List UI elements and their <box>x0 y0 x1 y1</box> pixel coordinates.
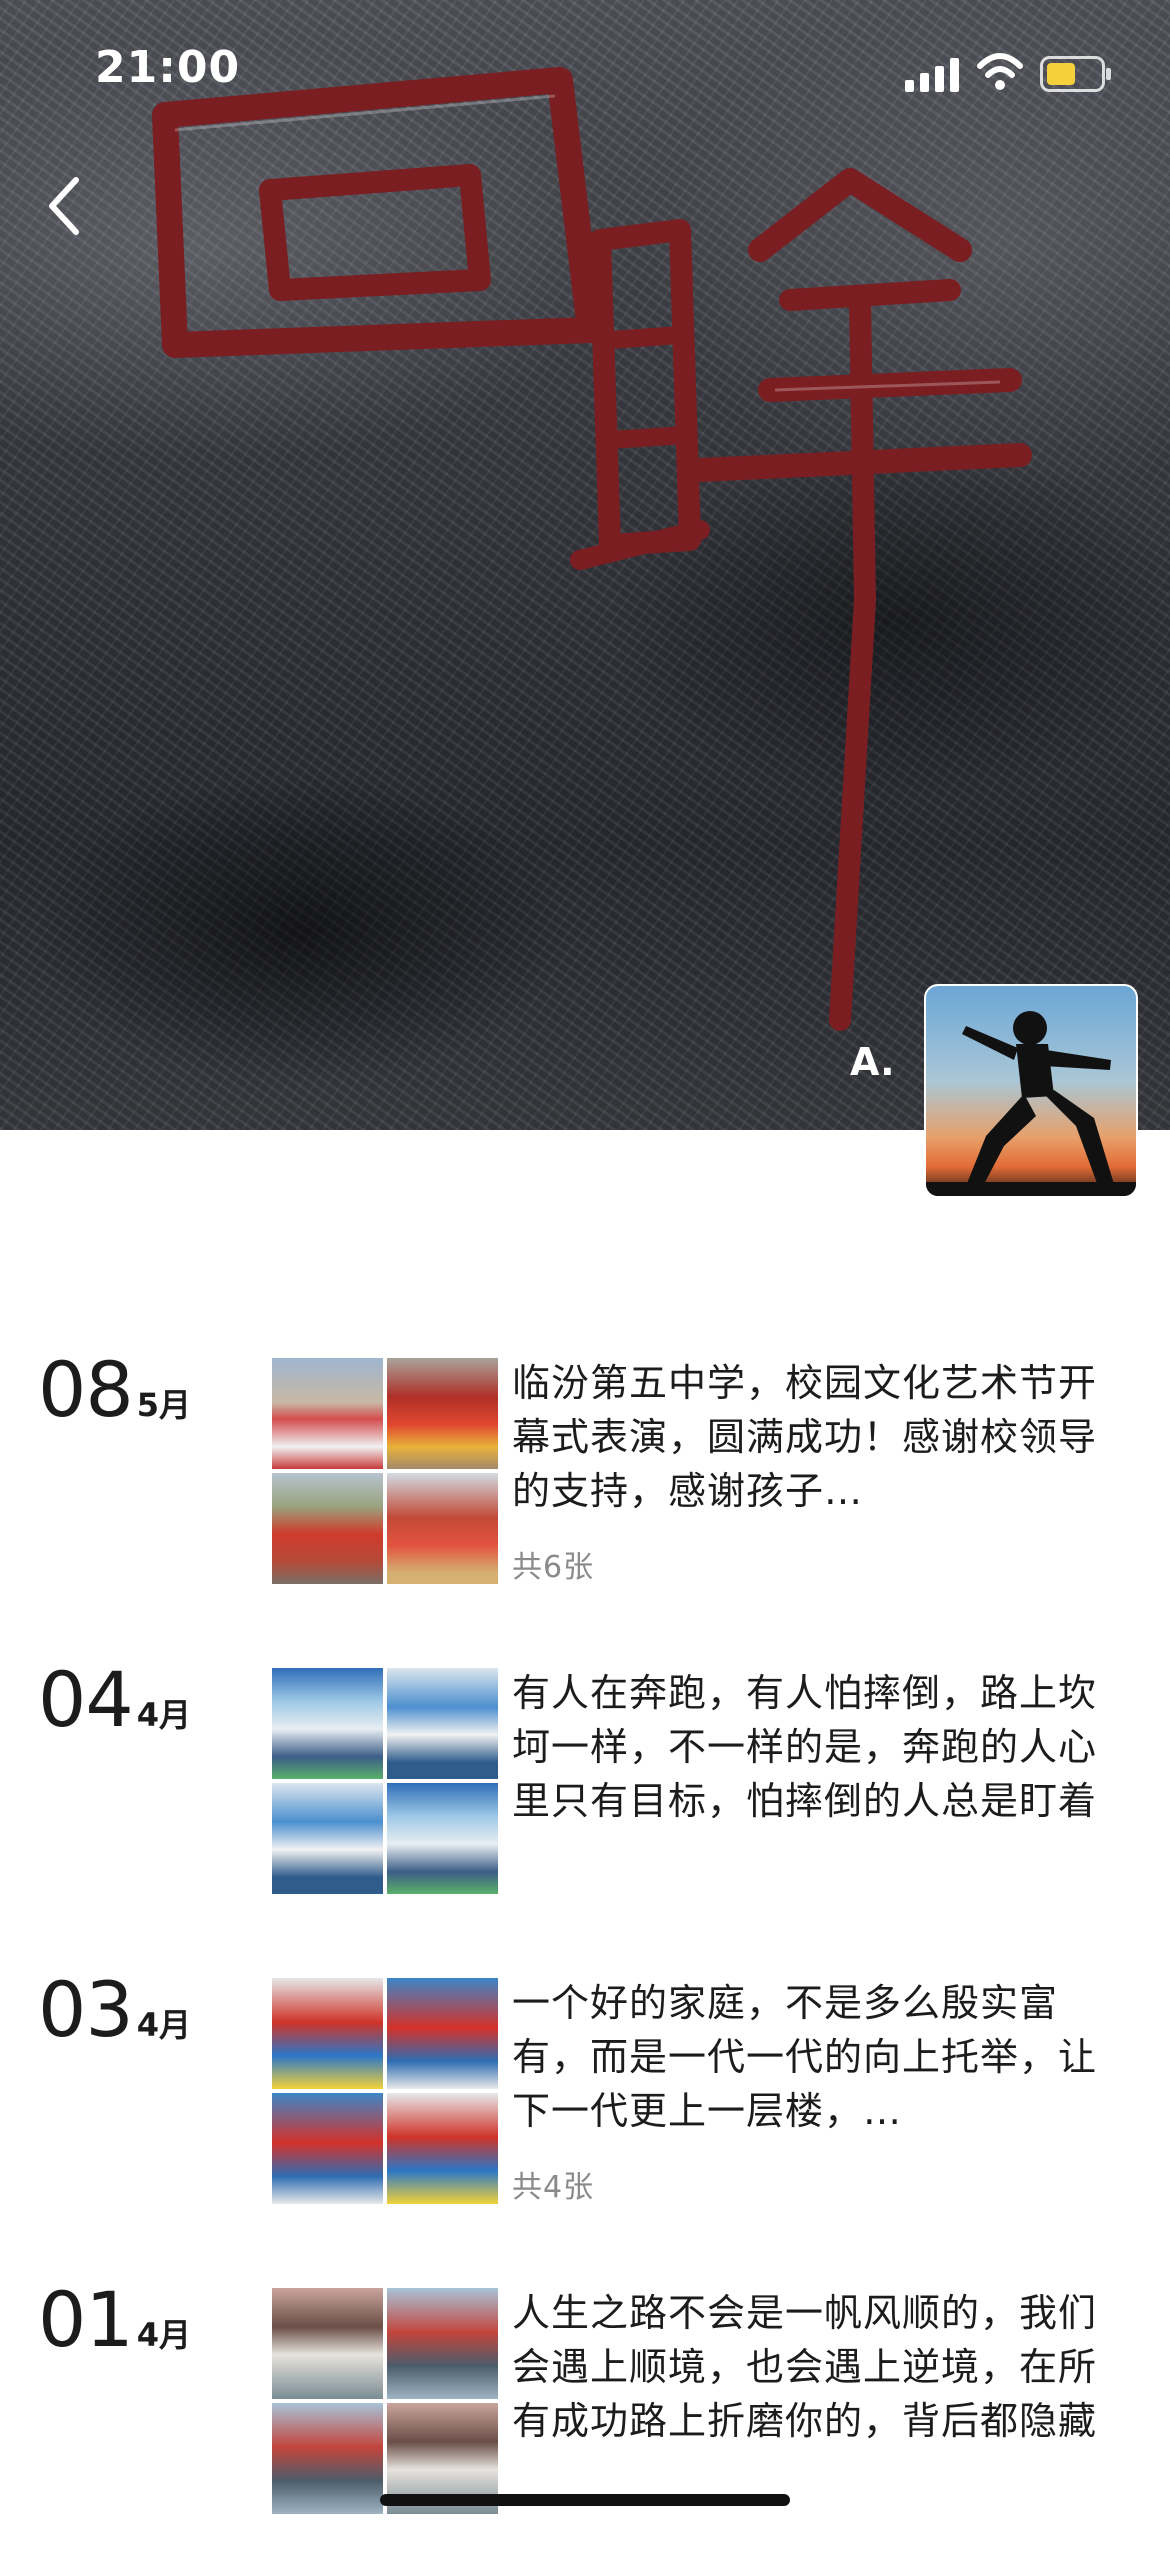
calligraphy-art <box>152 67 1032 1031</box>
moments-feed: 08 5月 临汾第五中学，校园文化艺术节开幕式表演，圆满成功！感谢校领导的支持，感… <box>0 1320 1170 2560</box>
avatar[interactable] <box>924 984 1138 1198</box>
post-date: 01 4月 <box>38 2280 191 2360</box>
post-date: 04 4月 <box>38 1660 191 1740</box>
status-bar: 21:00 <box>0 0 1170 140</box>
post-text: 有人在奔跑，有人怕摔倒，路上坎坷一样，不一样的是，奔跑的人心里只有目标，怕摔倒的… <box>512 1671 1098 1823</box>
thumbnail-image <box>387 2288 498 2399</box>
post-text: 人生之路不会是一帆风顺的，我们会遇上顺境，也会遇上逆境，在所有成功路上折磨你的，… <box>512 2291 1098 2443</box>
post-month: 4月 <box>136 1696 191 1734</box>
post-date: 03 4月 <box>38 1970 191 2050</box>
post-day: 01 <box>38 2275 134 2364</box>
kungfu-silhouette-icon <box>926 1011 1136 1196</box>
cover-image[interactable]: 21:00 A. <box>0 0 1170 1130</box>
thumbnail-image <box>272 1668 383 1779</box>
post-thumbnails[interactable] <box>272 1978 498 2204</box>
list-item[interactable]: 04 4月 有人在奔跑，有人怕摔倒，路上坎坷一样，不一样的是，奔跑的人心里只有目标… <box>0 1630 1170 1940</box>
list-item[interactable]: 01 4月 人生之路不会是一帆风顺的，我们会遇上顺境，也会遇上逆境，在所有成功路上… <box>0 2250 1170 2560</box>
back-icon[interactable] <box>36 170 92 242</box>
thumbnail-image <box>272 2288 383 2399</box>
post-date: 08 5月 <box>38 1350 191 1430</box>
thumbnail-image <box>387 1668 498 1779</box>
home-indicator[interactable] <box>380 2494 790 2506</box>
status-time: 21:00 <box>95 42 241 93</box>
list-item[interactable]: 08 5月 临汾第五中学，校园文化艺术节开幕式表演，圆满成功！感谢校领导的支持，感… <box>0 1320 1170 1630</box>
thumbnail-image <box>272 1473 383 1584</box>
post-month: 5月 <box>136 1386 191 1424</box>
photo-count: 共4张 <box>512 2170 595 2205</box>
post-day: 04 <box>38 1655 134 1744</box>
thumbnail-image <box>272 2093 383 2204</box>
wifi-icon <box>977 53 1023 90</box>
post-day: 08 <box>38 1345 134 1434</box>
list-item[interactable]: 03 4月 一个好的家庭，不是多么殷实富有，而是一代一代的向上托举，让下一代更上一… <box>0 1940 1170 2250</box>
thumbnail-image <box>387 2093 498 2204</box>
post-month: 4月 <box>136 2006 191 2044</box>
thumbnail-image <box>272 1783 383 1894</box>
post-thumbnails[interactable] <box>272 1358 498 1584</box>
signal-icon <box>905 58 959 92</box>
thumbnail-image <box>387 1473 498 1584</box>
battery-icon <box>1040 56 1111 92</box>
thumbnail-image <box>272 2403 383 2514</box>
thumbnail-image <box>272 1978 383 2089</box>
post-thumbnails[interactable] <box>272 2288 498 2514</box>
post-text: 一个好的家庭，不是多么殷实富有，而是一代一代的向上托举，让下一代更上一层楼，… <box>512 1981 1098 2133</box>
post-thumbnails[interactable] <box>272 1668 498 1894</box>
photo-count: 共6张 <box>512 1550 595 1585</box>
thumbnail-image <box>387 1978 498 2089</box>
thumbnail-image <box>387 1358 498 1469</box>
post-day: 03 <box>38 1965 134 2054</box>
post-month: 4月 <box>136 2316 191 2354</box>
cover-watermark: A. <box>850 1040 895 1084</box>
post-text: 临汾第五中学，校园文化艺术节开幕式表演，圆满成功！感谢校领导的支持，感谢孩子… <box>512 1361 1098 1513</box>
thumbnail-image <box>272 1358 383 1469</box>
thumbnail-image <box>387 1783 498 1894</box>
